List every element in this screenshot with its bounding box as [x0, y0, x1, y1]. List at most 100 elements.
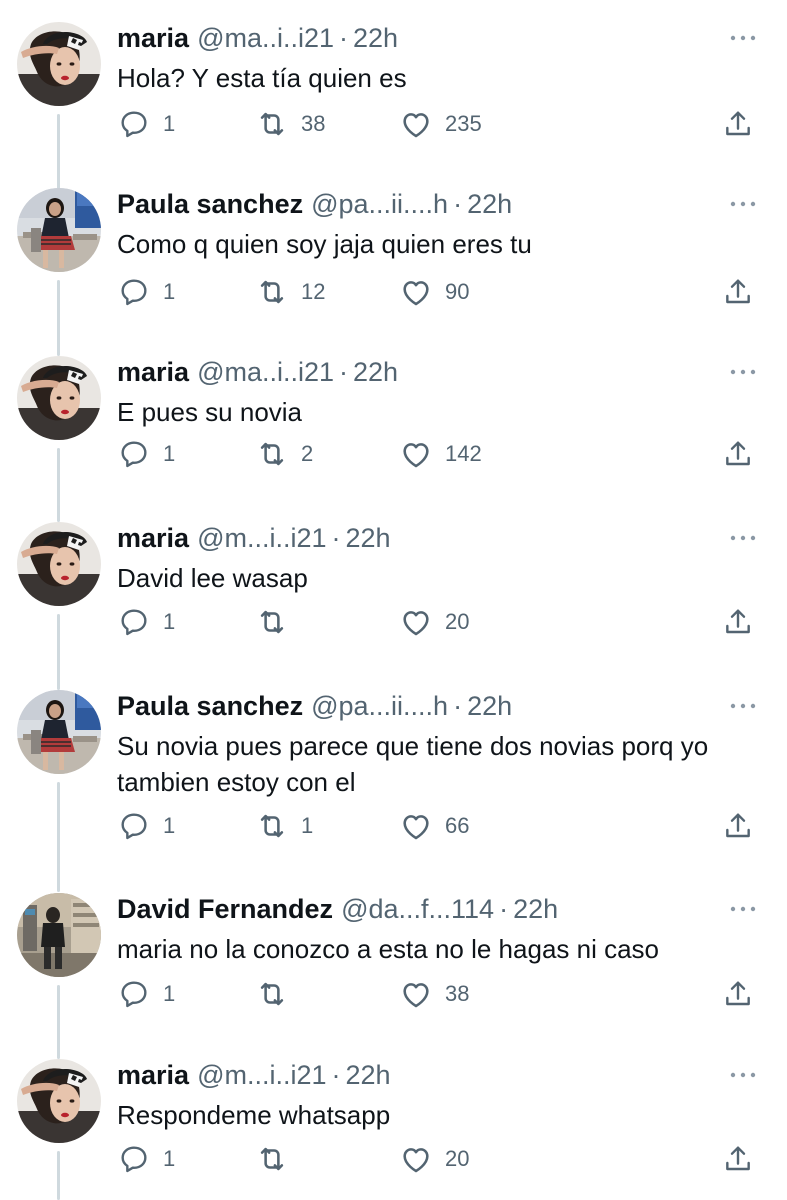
- display-name[interactable]: maria: [117, 357, 189, 388]
- more-dots-icon[interactable]: [729, 190, 757, 218]
- speech-bubble-icon: [117, 605, 151, 639]
- thread-connector-line: [57, 985, 60, 1059]
- timestamp[interactable]: 22h: [353, 23, 398, 54]
- speech-bubble-icon: [117, 275, 151, 309]
- reply-button[interactable]: 1: [117, 434, 175, 474]
- share-button[interactable]: [721, 806, 755, 846]
- like-button[interactable]: 20: [399, 1139, 469, 1179]
- share-button[interactable]: [721, 602, 755, 642]
- user-handle[interactable]: @m...i..i21: [197, 523, 326, 554]
- timestamp[interactable]: 22h: [353, 357, 398, 388]
- separator-dot: ·: [331, 522, 341, 553]
- share-button[interactable]: [721, 974, 755, 1014]
- retweet-count: 12: [301, 279, 326, 304]
- tweet-text: maria no la conozco a esta no le hagas n…: [117, 934, 660, 964]
- more-dots-icon[interactable]: [729, 1061, 757, 1089]
- reply-button[interactable]: 1: [117, 806, 175, 846]
- heart-icon: [399, 1142, 433, 1176]
- avatar[interactable]: [17, 893, 101, 977]
- reply-count: 1: [163, 111, 176, 136]
- reply-button[interactable]: 1: [117, 1139, 175, 1179]
- like-count: 142: [445, 441, 482, 466]
- reply-button[interactable]: 1: [117, 272, 175, 312]
- action-bar: 1 2 142: [117, 434, 787, 474]
- avatar[interactable]: [17, 690, 101, 774]
- like-count: 235: [445, 111, 482, 136]
- like-count: 66: [445, 813, 470, 838]
- action-bar: 1 12 90: [117, 272, 787, 312]
- share-button[interactable]: [721, 1139, 755, 1179]
- action-bar: 1 1 66: [117, 806, 787, 846]
- separator-dot: ·: [331, 1059, 341, 1090]
- user-handle[interactable]: @pa...ii....h: [311, 189, 448, 220]
- speech-bubble-icon: [117, 107, 151, 141]
- like-button[interactable]: 90: [399, 272, 469, 312]
- retweet-button[interactable]: 12: [255, 272, 325, 312]
- retweet-button[interactable]: 1: [255, 806, 313, 846]
- retweet-button[interactable]: [255, 1139, 301, 1179]
- action-bar: 1 38: [117, 974, 787, 1014]
- share-upload-icon: [721, 107, 755, 141]
- retweet-arrows-icon: [255, 437, 289, 471]
- separator-dot: ·: [453, 690, 463, 721]
- reply-button[interactable]: 1: [117, 602, 175, 642]
- retweet-arrows-icon: [255, 275, 289, 309]
- user-handle[interactable]: @pa...ii....h: [311, 691, 448, 722]
- user-handle[interactable]: @m...i..i21: [197, 1060, 326, 1091]
- retweet-button[interactable]: 2: [255, 434, 313, 474]
- display-name[interactable]: maria: [117, 23, 189, 54]
- thread-connector-line: [57, 614, 60, 690]
- timestamp[interactable]: 22h: [513, 894, 558, 925]
- more-dots-icon[interactable]: [729, 895, 757, 923]
- reply-button[interactable]: 1: [117, 974, 175, 1014]
- retweet-arrows-icon: [255, 1142, 289, 1176]
- like-button[interactable]: 20: [399, 602, 469, 642]
- like-button[interactable]: 66: [399, 806, 469, 846]
- avatar[interactable]: [17, 188, 101, 272]
- retweet-arrows-icon: [255, 605, 289, 639]
- timestamp[interactable]: 22h: [467, 691, 512, 722]
- retweet-button[interactable]: [255, 602, 301, 642]
- share-button[interactable]: [721, 434, 755, 474]
- display-name[interactable]: maria: [117, 1060, 189, 1091]
- avatar[interactable]: [17, 522, 101, 606]
- more-dots-icon[interactable]: [729, 24, 757, 52]
- display-name[interactable]: Paula sanchez: [117, 189, 303, 220]
- timestamp[interactable]: 22h: [467, 189, 512, 220]
- like-button[interactable]: 235: [399, 104, 482, 144]
- avatar[interactable]: [17, 1059, 101, 1143]
- avatar[interactable]: [17, 356, 101, 440]
- more-dots-icon[interactable]: [729, 358, 757, 386]
- avatar[interactable]: [17, 22, 101, 106]
- separator-dot: ·: [499, 893, 509, 924]
- share-upload-icon: [721, 977, 755, 1011]
- share-upload-icon: [721, 437, 755, 471]
- user-handle[interactable]: @ma..i..i21: [197, 357, 334, 388]
- like-button[interactable]: 38: [399, 974, 469, 1014]
- like-button[interactable]: 142: [399, 434, 482, 474]
- share-button[interactable]: [721, 104, 755, 144]
- retweet-button[interactable]: 38: [255, 104, 325, 144]
- timestamp[interactable]: 22h: [346, 523, 391, 554]
- user-handle[interactable]: @da...f...114: [341, 894, 494, 925]
- retweet-button[interactable]: [255, 974, 301, 1014]
- reply-button[interactable]: 1: [117, 104, 175, 144]
- timestamp[interactable]: 22h: [346, 1060, 391, 1091]
- action-bar: 1 38 235: [117, 104, 787, 144]
- tweet-header: maria @m...i..i21 · 22h: [117, 1059, 767, 1091]
- separator-dot: ·: [453, 188, 463, 219]
- separator-dot: ·: [339, 356, 349, 387]
- tweet-text: Su novia pues parece que tiene dos novia…: [117, 731, 709, 797]
- more-dots-icon[interactable]: [729, 692, 757, 720]
- heart-icon: [399, 605, 433, 639]
- tweet-text: Como q quien soy jaja quien eres tu: [117, 229, 532, 259]
- like-count: 20: [445, 609, 470, 634]
- display-name[interactable]: David Fernandez: [117, 894, 333, 925]
- display-name[interactable]: Paula sanchez: [117, 691, 303, 722]
- share-button[interactable]: [721, 272, 755, 312]
- user-handle[interactable]: @ma..i..i21: [197, 23, 334, 54]
- thread-connector-line: [57, 782, 60, 892]
- display-name[interactable]: maria: [117, 523, 189, 554]
- tweet-header: David Fernandez @da...f...114 · 22h: [117, 893, 767, 925]
- more-dots-icon[interactable]: [729, 524, 757, 552]
